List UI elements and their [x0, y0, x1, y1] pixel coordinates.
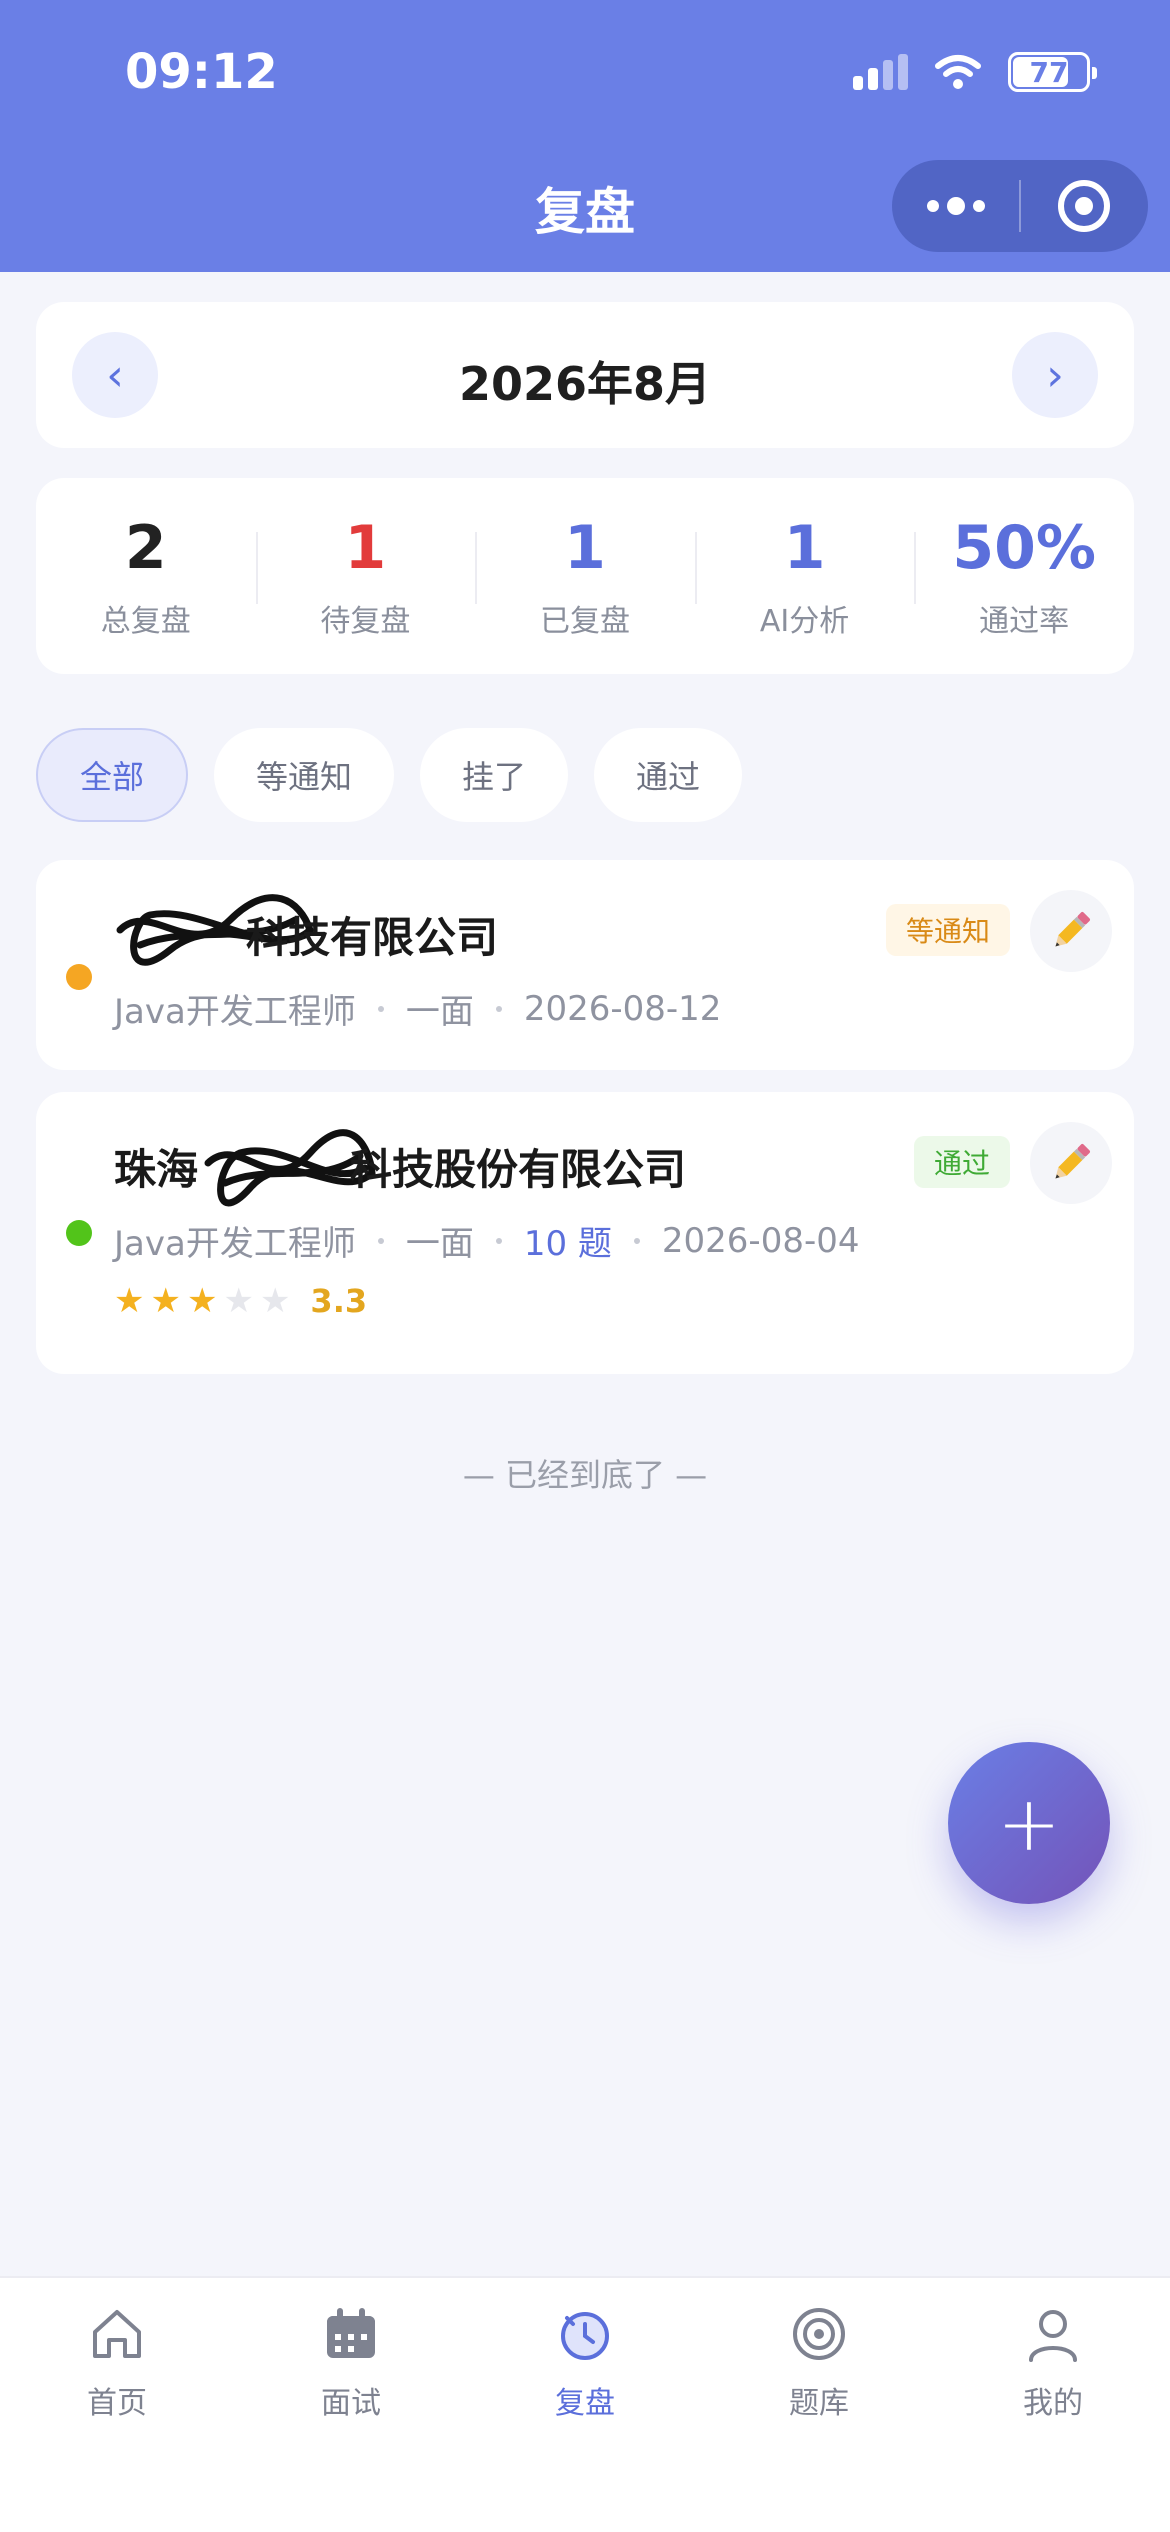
star-icon: ★ — [150, 1281, 181, 1321]
battery-icon: 77 — [1008, 52, 1097, 92]
tab-interview[interactable]: 面试 — [234, 2278, 468, 2532]
interview-meta: Java开发工程师 一面 10 题 2026-08-04 — [114, 1216, 860, 1265]
filter-chips: 全部 等通知 挂了 通过 — [36, 728, 743, 822]
star-icon: ★ — [186, 1281, 218, 1321]
close-miniprogram-button[interactable] — [1021, 160, 1148, 252]
calendar-icon — [327, 2308, 375, 2358]
tab-bar: 首页 面试 复盘 题库 我的 — [0, 2276, 1170, 2532]
edit-button[interactable] — [1030, 1122, 1112, 1204]
interview-date: 2026-08-12 — [523, 988, 722, 1029]
tab-profile[interactable]: 我的 — [936, 2278, 1170, 2532]
stat-reviewed: 1 已复盘 — [475, 512, 695, 640]
filter-chip-all[interactable]: 全部 — [36, 728, 189, 822]
review-clock-icon — [561, 2312, 609, 2360]
tab-label: 首页 — [87, 2386, 147, 2421]
add-review-button[interactable]: + — [948, 1742, 1110, 1904]
end-of-list-text: — 已经到底了 — — [462, 1456, 708, 1494]
tab-review[interactable]: 复盘 — [468, 2278, 702, 2532]
stat-value: 1 — [564, 513, 606, 583]
header: 09:12 77 复盘 — [0, 0, 1170, 272]
battery-level: 77 — [1029, 55, 1069, 89]
home-icon — [93, 2310, 141, 2358]
stat-value: 2 — [124, 513, 167, 583]
round: 一面 — [405, 1224, 474, 1264]
tab-question-bank[interactable]: 题库 — [702, 2278, 936, 2532]
stat-pending: 1 待复盘 — [255, 512, 476, 640]
stat-label: 待复盘 — [320, 604, 411, 639]
more-button[interactable] — [892, 160, 1019, 252]
filter-chip-waiting[interactable]: 等通知 — [214, 728, 395, 822]
round: 一面 — [405, 992, 474, 1032]
tab-label: 复盘 — [555, 2386, 615, 2421]
pencil-icon — [1055, 1144, 1090, 1179]
stat-label: 总复盘 — [100, 604, 191, 639]
filter-chip-passed[interactable]: 通过 — [594, 728, 743, 822]
stat-value: 50% — [952, 513, 1096, 583]
star-icon: ★ — [259, 1281, 291, 1321]
month-selector: ‹ 2026年8月 › — [36, 302, 1134, 448]
status-icons: 77 — [853, 52, 1097, 92]
stat-ai-analysis: 1 AI分析 — [694, 512, 915, 640]
rating-value: 3.3 — [310, 1282, 368, 1320]
user-icon — [1029, 2310, 1077, 2362]
rating: ★ ★ ★ ★ ★ 3.3 — [114, 1282, 367, 1320]
status-dot — [66, 964, 92, 990]
tab-label: 题库 — [789, 2386, 849, 2421]
stat-pass-rate: 50% 通过率 — [914, 512, 1134, 640]
interview-card[interactable]: 科技有限公司 Java开发工程师 一面 2026-08-12 等通知 — [36, 860, 1134, 1070]
status-time: 09:12 — [125, 44, 278, 100]
filter-chip-failed[interactable]: 挂了 — [420, 728, 569, 822]
position: Java开发工程师 — [114, 1224, 356, 1264]
position: Java开发工程师 — [114, 992, 356, 1032]
interview-date: 2026-08-04 — [661, 1220, 860, 1261]
signal-icon — [853, 54, 908, 90]
stat-label: AI分析 — [759, 604, 850, 639]
company-name: 科技股份有限公司 — [350, 1145, 687, 1194]
more-dots-icon — [926, 197, 985, 215]
edit-button[interactable] — [1030, 890, 1112, 972]
tab-home[interactable]: 首页 — [0, 2278, 234, 2532]
question-count: 10 题 — [523, 1224, 612, 1264]
interview-meta: Java开发工程师 一面 2026-08-12 — [114, 984, 721, 1033]
target-icon — [793, 2308, 845, 2360]
tab-label: 面试 — [321, 2386, 381, 2421]
wifi-icon — [935, 55, 981, 89]
stat-value: 1 — [344, 513, 387, 583]
status-tag: 等通知 — [885, 904, 1010, 956]
stats-card: 2 总复盘 1 待复盘 1 已复盘 1 AI分析 50% 通过率 — [36, 478, 1134, 674]
company-name: 科技有限公司 — [246, 913, 499, 962]
company-name-prefix: 珠海 — [114, 1145, 199, 1194]
review-page: 09:12 77 复盘 ‹ 2026年8月 › 2 总复盘 1 待复盘 1 已复… — [0, 0, 1170, 2532]
status-dot — [66, 1220, 92, 1246]
status-tag: 通过 — [913, 1136, 1010, 1188]
stat-label: 已复盘 — [539, 604, 630, 639]
stat-value: 1 — [783, 513, 826, 583]
month-label: 2026年8月 — [458, 357, 712, 411]
star-icon: ★ — [223, 1281, 254, 1321]
stat-total: 2 总复盘 — [36, 512, 256, 640]
next-month-button[interactable]: › — [1012, 332, 1098, 418]
star-icon: ★ — [114, 1281, 145, 1321]
mini-program-capsule — [892, 160, 1148, 252]
stat-label: 通过率 — [979, 604, 1070, 639]
pencil-icon — [1055, 912, 1090, 947]
tab-label: 我的 — [1023, 2386, 1083, 2421]
record-circle-icon — [1058, 180, 1111, 232]
interview-card[interactable]: 珠海 科技股份有限公司 Java开发工程师 一面 10 题 2026-08-04… — [36, 1092, 1134, 1374]
